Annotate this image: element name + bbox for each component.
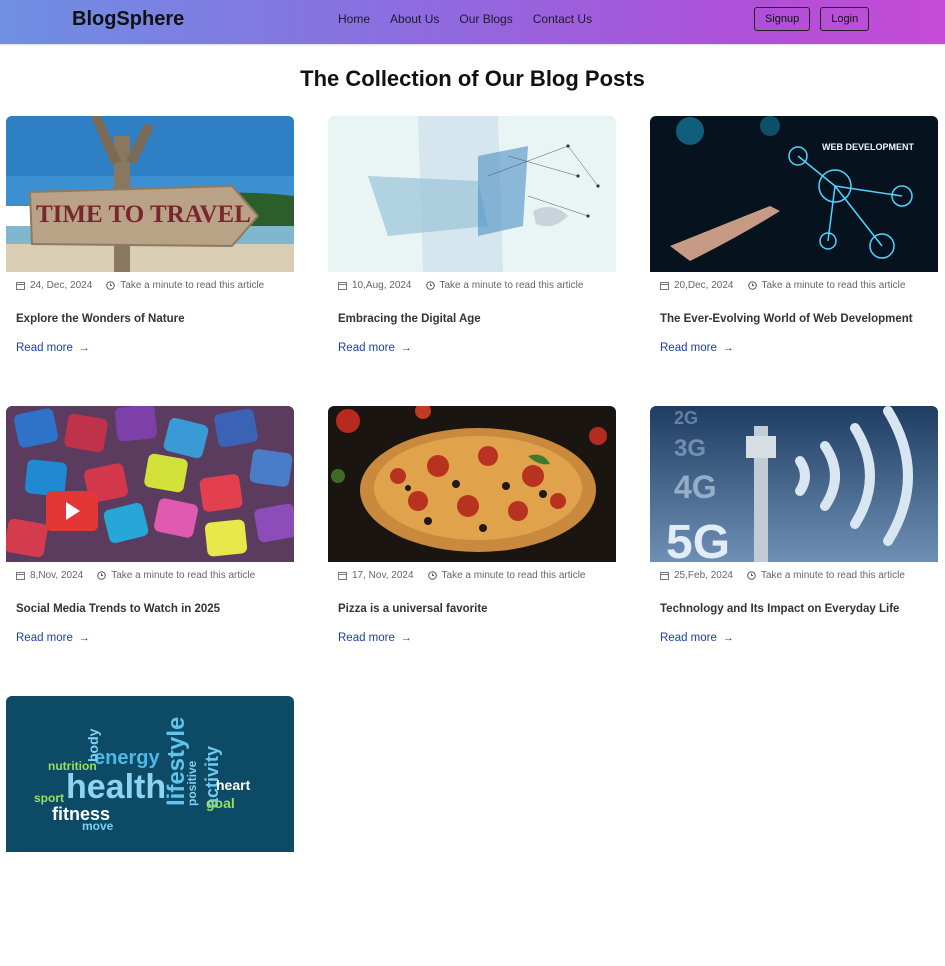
network-4g-text: 4G (674, 469, 717, 505)
read-time: Take a minute to read this article (760, 570, 905, 581)
post-title[interactable]: The Ever-Evolving World of Web Developme… (660, 313, 938, 325)
login-button[interactable]: Login (820, 7, 870, 31)
calendar-icon (338, 571, 347, 580)
calendar-icon (16, 281, 25, 290)
post-title[interactable]: Social Media Trends to Watch in 2025 (16, 603, 294, 615)
nav-link-about[interactable]: About Us (390, 12, 439, 26)
post-title[interactable]: Technology and Its Impact on Everyday Li… (660, 603, 938, 615)
page-title: The Collection of Our Blog Posts (300, 66, 645, 91)
post-title[interactable]: Explore the Wonders of Nature (16, 313, 294, 325)
blog-card-meta: 20,Dec, 2024 Take a minute to read this … (660, 280, 938, 291)
blog-card: health lifestyle energy fitness activity… (6, 696, 294, 966)
network-2g-text: 2G (674, 408, 698, 428)
arrow-right-icon: → (400, 342, 412, 354)
health-word-cloud-image: health lifestyle energy fitness activity… (6, 696, 294, 852)
read-time: Take a minute to read this article (761, 280, 906, 291)
calendar-icon (16, 571, 25, 580)
blog-card-meta: 8,Nov, 2024 Take a minute to read this a… (16, 570, 294, 581)
word-health: health (66, 768, 166, 806)
read-more-link[interactable]: Read more → (16, 632, 294, 644)
read-time: Take a minute to read this article (439, 280, 584, 291)
calendar-icon (660, 571, 669, 580)
post-date: 17, Nov, 2024 (352, 570, 414, 581)
blog-card-meta: 17, Nov, 2024 Take a minute to read this… (338, 570, 616, 581)
5g-tower-image: 2G 3G 4G 5G (650, 406, 938, 562)
web-dev-text: WEB DEVELOPMENT (822, 142, 915, 152)
post-title[interactable]: Pizza is a universal favorite (338, 603, 616, 615)
clock-icon (106, 281, 116, 290)
clock-icon (97, 571, 106, 580)
read-more-link[interactable]: Read more → (338, 632, 616, 644)
blog-card-image[interactable]: TIME TO TRAVEL (6, 116, 294, 272)
post-date: 10,Aug, 2024 (352, 280, 412, 291)
auth-buttons: Signup Login (754, 7, 870, 31)
read-more-link[interactable]: Read more → (16, 342, 294, 354)
travel-sign-image: TIME TO TRAVEL (6, 116, 294, 272)
clock-icon (427, 571, 437, 580)
post-title[interactable]: Embracing the Digital Age (338, 313, 616, 325)
read-time: Take a minute to read this article (441, 570, 586, 581)
read-more-link[interactable]: Read more → (660, 632, 938, 644)
arrow-right-icon: → (400, 632, 412, 644)
network-5g-text: 5G (666, 516, 730, 562)
blog-card: 2G 3G 4G 5G 25,Feb, 2024 Take a minute t… (650, 406, 938, 676)
read-more-link[interactable]: Read more → (338, 342, 616, 354)
calendar-icon (338, 281, 347, 290)
post-date: 8,Nov, 2024 (30, 570, 84, 581)
clock-icon (425, 281, 435, 290)
blog-card: 8,Nov, 2024 Take a minute to read this a… (6, 406, 294, 676)
word-sport: sport (34, 791, 64, 805)
clock-icon (747, 571, 756, 580)
post-date: 25,Feb, 2024 (674, 570, 733, 581)
blog-card-image[interactable] (6, 406, 294, 562)
pizza-image (328, 406, 616, 562)
post-date: 24, Dec, 2024 (30, 280, 93, 291)
network-3g-text: 3G (674, 435, 706, 462)
nav-link-home[interactable]: Home (338, 12, 370, 26)
post-date: 20,Dec, 2024 (674, 280, 734, 291)
sign-text: TIME TO TRAVEL (36, 201, 251, 228)
word-body: body (85, 728, 101, 762)
blog-card-meta: 24, Dec, 2024 Take a minute to read this… (16, 280, 294, 291)
blog-card: 10,Aug, 2024 Take a minute to read this … (328, 116, 616, 386)
read-more-link[interactable]: Read more → (660, 342, 938, 354)
blog-card: 17, Nov, 2024 Take a minute to read this… (328, 406, 616, 676)
blog-card-meta: 10,Aug, 2024 Take a minute to read this … (338, 280, 616, 291)
nav-link-blogs[interactable]: Our Blogs (459, 12, 512, 26)
blog-card-image[interactable]: 2G 3G 4G 5G (650, 406, 938, 562)
blog-card: TIME TO TRAVEL 24, Dec, 2024 Take a minu… (6, 116, 294, 386)
arrow-right-icon: → (78, 342, 90, 354)
digital-network-image (328, 116, 616, 272)
arrow-right-icon: → (722, 342, 734, 354)
word-energy: energy (94, 747, 160, 769)
nav-menu: Home About Us Our Blogs Contact Us (338, 12, 612, 26)
arrow-right-icon: → (78, 632, 90, 644)
top-navbar: BlogSphere Home About Us Our Blogs Conta… (0, 0, 945, 44)
web-development-image: WEB DEVELOPMENT (650, 116, 938, 272)
read-time: Take a minute to read this article (111, 570, 256, 581)
brand-logo[interactable]: BlogSphere (72, 8, 184, 31)
calendar-icon (660, 281, 669, 290)
word-heart: heart (216, 777, 251, 793)
social-media-image (6, 406, 294, 562)
blog-card-image[interactable] (328, 406, 616, 562)
blog-card-meta: 25,Feb, 2024 Take a minute to read this … (660, 570, 938, 581)
word-move: move (82, 819, 114, 833)
clock-icon (747, 281, 757, 290)
nav-link-contact[interactable]: Contact Us (533, 12, 592, 26)
read-time: Take a minute to read this article (120, 280, 265, 291)
blog-card-image[interactable] (328, 116, 616, 272)
blog-card-image[interactable]: health lifestyle energy fitness activity… (6, 696, 294, 852)
signup-button[interactable]: Signup (754, 7, 811, 31)
word-positive: positive (185, 760, 199, 806)
word-goal: goal (206, 795, 235, 811)
blog-card-image[interactable]: WEB DEVELOPMENT (650, 116, 938, 272)
blog-card: WEB DEVELOPMENT 20,Dec, 2024 Take a minu… (650, 116, 938, 386)
arrow-right-icon: → (722, 632, 734, 644)
blog-grid: TIME TO TRAVEL 24, Dec, 2024 Take a minu… (6, 116, 938, 966)
